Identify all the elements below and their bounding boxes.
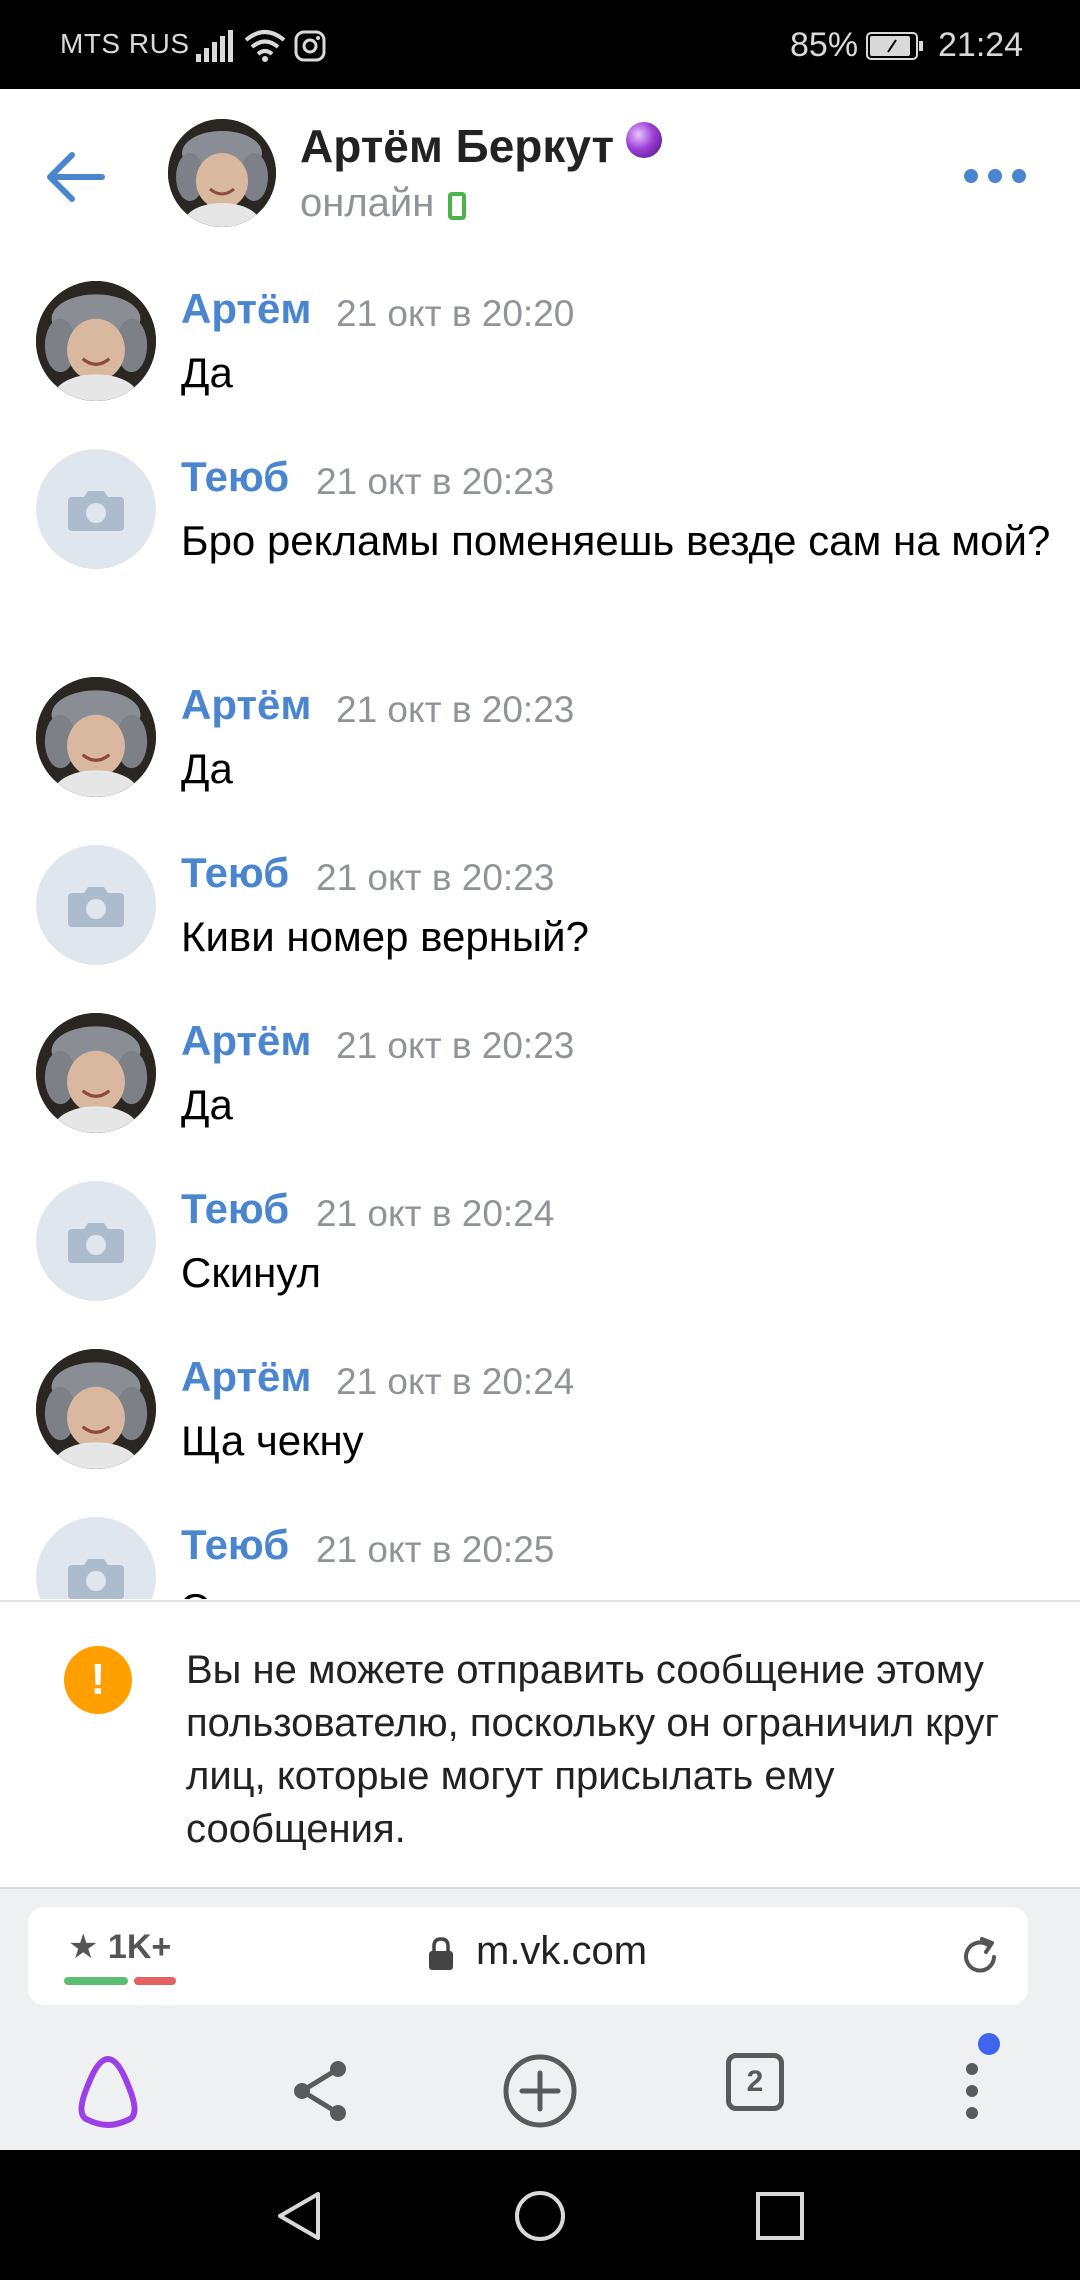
clock: 21:24 [938,26,1024,64]
message-text: Да [181,1081,233,1128]
message-author[interactable]: Теюб [181,849,289,897]
site-rating[interactable]: ★ 1K+ [68,1927,171,1967]
message-author[interactable]: Артём [181,1017,311,1065]
carrier-name: MTS RUS [60,28,190,59]
message-time: 21 окт в 20:24 [316,1193,555,1234]
message-time: 21 окт в 20:23 [316,461,555,502]
message-author[interactable]: Артём [181,285,311,333]
notification-dot [978,2033,1000,2055]
message-time: 21 окт в 20:25 [316,1529,555,1570]
message-author[interactable]: Теюб [181,1185,289,1233]
nav-home-icon[interactable] [512,2188,568,2244]
message-time: 21 окт в 20:23 [336,689,575,730]
message-text: Да [181,349,233,396]
author-avatar[interactable] [36,1013,156,1133]
camera-icon [68,1559,124,1599]
message-text: Это номер заказа [181,1579,1051,1599]
camera-icon [68,887,124,927]
lock-icon [429,1937,453,1970]
contact-name-text: Артём Беркут [300,120,615,172]
author-avatar[interactable] [36,1517,156,1599]
back-arrow-icon[interactable] [40,141,112,213]
message-author[interactable]: Артём [181,681,311,729]
message-text: Бро рекламы поменяешь везде сам на мой? [181,517,1051,564]
author-avatar[interactable] [36,449,156,569]
message-text: Ща чекну [181,1417,364,1464]
status-bar: MTS RUS 85% 21:24 [0,0,1080,89]
message-time: 21 окт в 20:24 [336,1361,575,1402]
message-time: 21 окт в 20:20 [336,293,575,334]
online-status-text: онлайн [300,181,435,225]
contact-name: Артём Беркут [300,119,663,173]
alice-assistant-icon[interactable] [66,2049,150,2133]
online-status: онлайн [300,181,467,226]
crystal-ball-icon [626,122,663,158]
message-text: Да [181,745,233,792]
camera-icon [68,1223,124,1263]
author-avatar[interactable] [36,845,156,965]
message-author[interactable]: Теюб [181,1521,289,1569]
message-author[interactable]: Теюб [181,453,289,501]
camera-icon [68,491,124,531]
signal-icon [196,30,233,62]
nav-back-icon[interactable] [272,2188,328,2244]
reload-icon[interactable] [958,1935,1002,1979]
author-avatar[interactable] [36,1181,156,1301]
nav-recents-icon[interactable] [752,2188,808,2244]
battery-percent: 85% [790,26,859,64]
message-text: Скинул [181,1249,321,1296]
message-time: 21 окт в 20:23 [316,857,555,898]
system-navigation-bar [0,2150,1080,2280]
message-time: 21 окт в 20:23 [336,1025,575,1066]
notice-text: Вы не можете отправить сообщение этому п… [186,1648,1000,1851]
browser-toolbar: ★ 1K+ m.vk.com 2 [0,1887,1080,2150]
mobile-online-icon [448,192,467,220]
warning-icon: ! [64,1646,132,1714]
menu-dots-icon[interactable] [930,2049,1014,2133]
wifi-icon [244,30,286,62]
rating-bar [64,1977,176,1985]
author-avatar[interactable] [36,1349,156,1469]
author-avatar[interactable] [36,281,156,401]
new-tab-icon[interactable] [498,2049,582,2133]
instagram-icon [294,30,326,62]
message-text: Киви номер верный? [181,913,589,960]
tabs-count-button[interactable]: 2 [726,2053,784,2111]
message-author[interactable]: Артём [181,1353,311,1401]
author-avatar[interactable] [36,677,156,797]
address-bar[interactable]: ★ 1K+ m.vk.com [28,1907,1028,2005]
cannot-send-notice: ! Вы не можете отправить сообщение этому… [0,1600,1080,1887]
battery-icon [866,32,923,60]
header-avatar[interactable] [168,119,276,227]
more-options-icon[interactable] [960,155,1032,195]
share-icon[interactable] [280,2049,364,2133]
url-text[interactable]: m.vk.com [476,1929,647,1974]
chat-header: Артём Беркут онлайн [0,89,1080,259]
message-list[interactable]: Артём 21 окт в 20:20 Да Теюб 21 окт в 20… [0,259,1080,1599]
